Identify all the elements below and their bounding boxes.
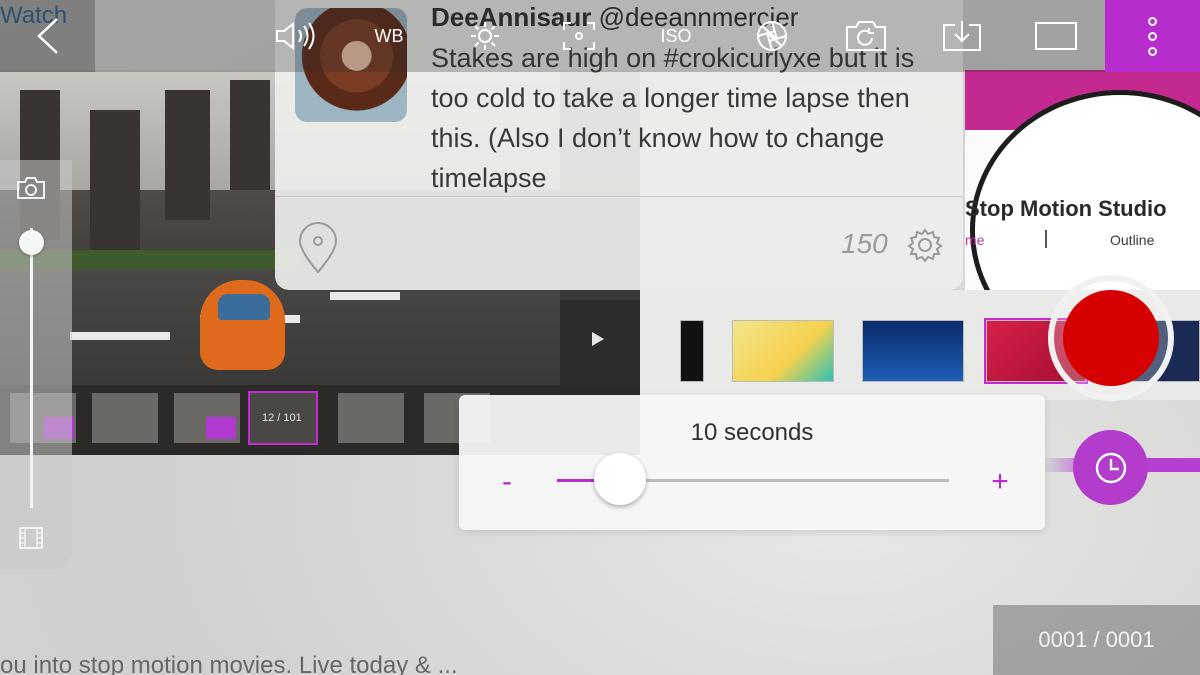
capture-interval-popup: 10 seconds - +	[459, 395, 1045, 530]
background-bottom-text: ou into stop motion movies. Live today &…	[0, 652, 458, 675]
white-balance-button[interactable]: WB	[364, 0, 414, 72]
zoom-slider-panel	[0, 160, 72, 570]
tweet-char-count: 150	[841, 228, 888, 259]
volume-button[interactable]	[270, 0, 320, 72]
location-pin-icon	[297, 222, 339, 279]
aspect-ratio-button[interactable]	[1032, 0, 1080, 72]
decrease-interval-button[interactable]: -	[497, 465, 517, 499]
aspect-ratio-icon	[1035, 22, 1077, 50]
background-tab-outline: Outline	[1110, 232, 1155, 248]
increase-interval-button[interactable]: +	[987, 465, 1013, 499]
aperture-button[interactable]	[750, 0, 794, 72]
back-button[interactable]	[0, 0, 95, 72]
background-strip-counter: 12 / 101	[262, 412, 302, 424]
import-button[interactable]	[938, 0, 986, 72]
tweet-divider	[275, 196, 963, 197]
record-button[interactable]	[1048, 275, 1174, 401]
background-presentation-title: Stop Motion Studio	[965, 196, 1167, 221]
download-icon	[943, 21, 981, 51]
interval-slider-knob[interactable]	[593, 453, 646, 505]
exposure-button[interactable]	[462, 0, 508, 72]
volume-icon	[276, 21, 315, 51]
record-dot	[1063, 290, 1159, 386]
camera-icon	[16, 176, 46, 205]
film-icon	[18, 526, 44, 555]
more-vertical-icon	[1148, 16, 1157, 26]
camera-rotate-icon	[846, 21, 886, 51]
camera-toolbar: WB ISO	[0, 0, 1200, 72]
frame-counter: 0001 / 0001	[993, 605, 1200, 675]
chevron-left-icon	[36, 18, 58, 54]
aperture-icon	[757, 21, 787, 51]
sun-icon	[471, 22, 499, 50]
more-menu-button[interactable]	[1105, 0, 1200, 72]
interval-label: 10 seconds	[690, 419, 814, 446]
timelapse-timer-button[interactable]	[1073, 430, 1148, 505]
background-presentation	[965, 70, 1200, 370]
iso-button[interactable]: ISO	[650, 0, 702, 72]
focus-button[interactable]	[556, 0, 602, 72]
zoom-slider-knob[interactable]	[19, 229, 44, 255]
zoom-slider-track[interactable]	[30, 228, 33, 508]
focus-icon	[563, 22, 595, 50]
clock-icon	[1095, 452, 1126, 483]
switch-camera-button[interactable]	[842, 0, 890, 72]
background-tab-home: me	[965, 232, 985, 248]
gear-icon	[907, 227, 943, 268]
